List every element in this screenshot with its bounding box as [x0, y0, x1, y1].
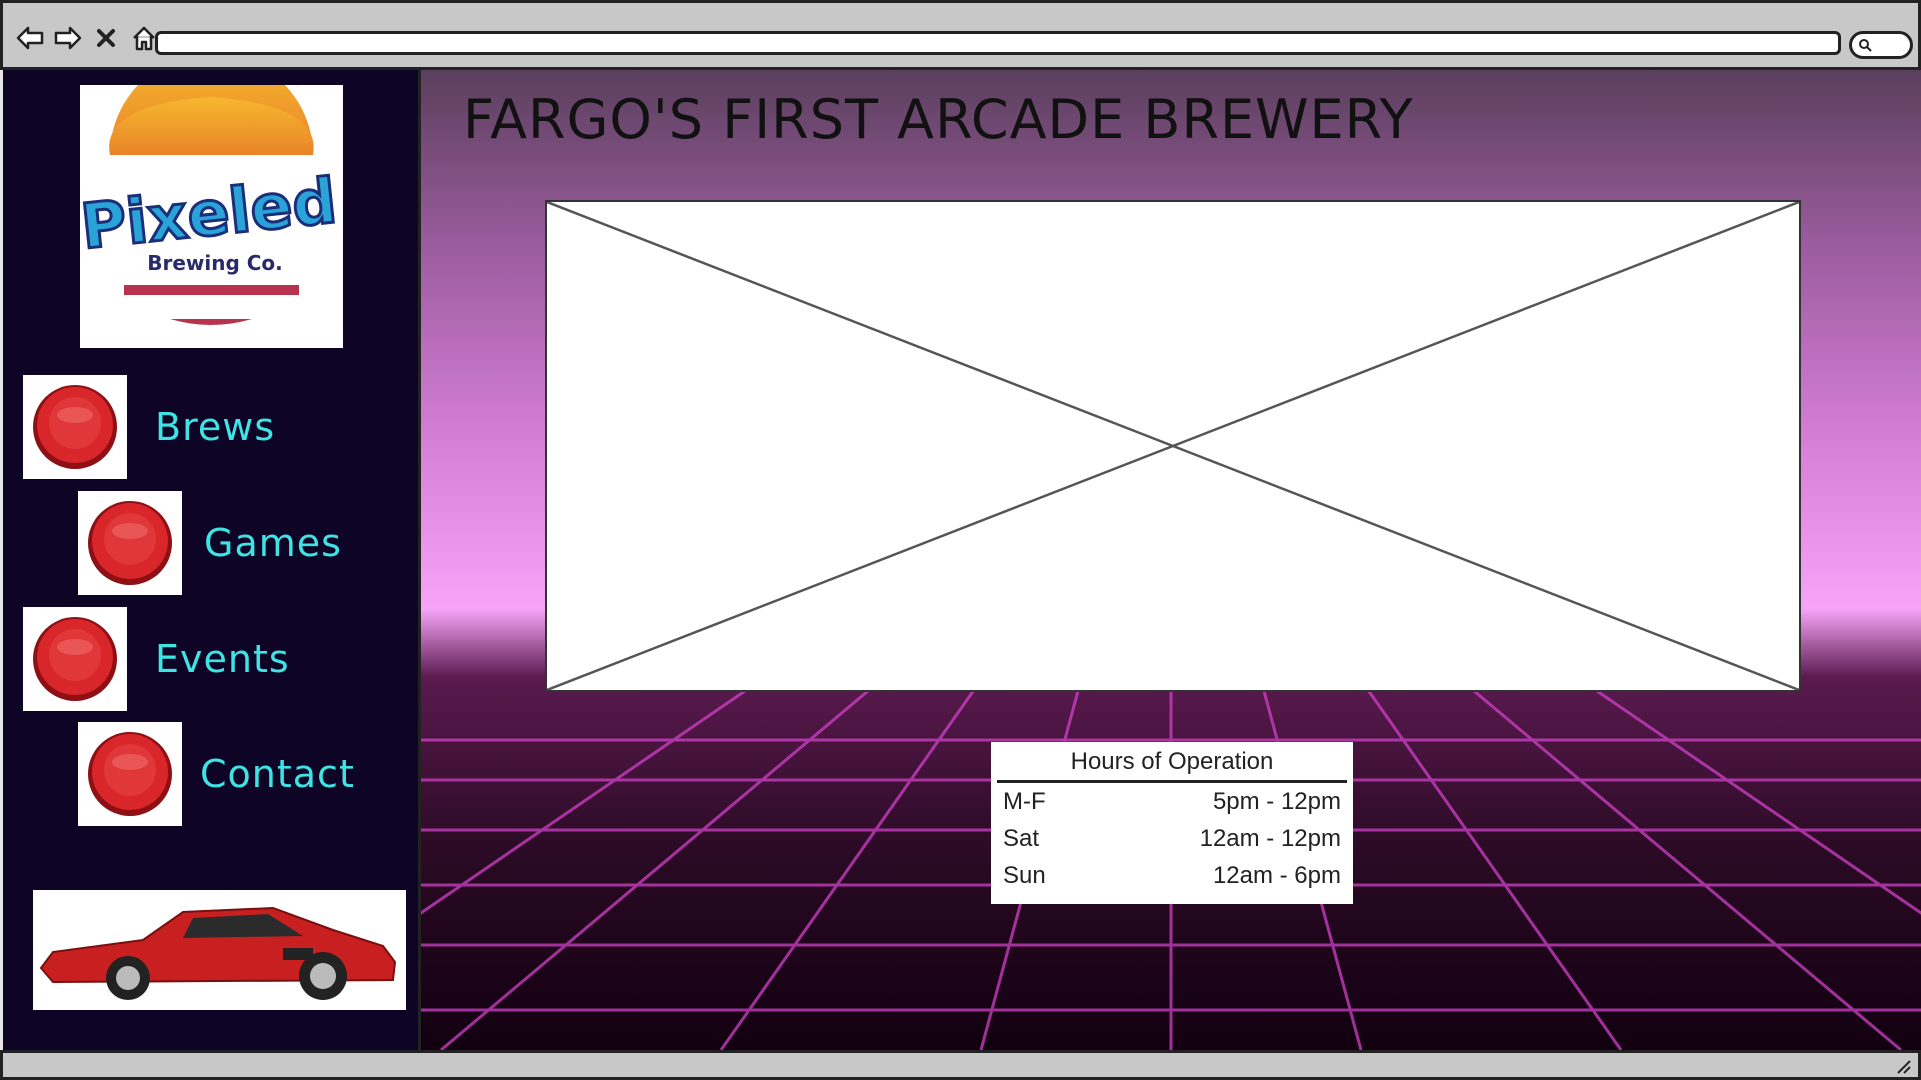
browser-toolbar: [0, 0, 1921, 70]
hours-day: M-F: [1003, 788, 1046, 815]
arcade-button-icon[interactable]: [23, 375, 127, 479]
hours-time: 12am - 6pm: [1212, 862, 1341, 889]
arcade-button-icon[interactable]: [78, 491, 182, 595]
hours-time: 5pm - 12pm: [1212, 788, 1341, 815]
sidebar-item-label: Events: [155, 637, 290, 681]
sidebar-item-games[interactable]: Games: [78, 491, 342, 595]
sidebar-item-contact[interactable]: Contact: [78, 722, 355, 826]
sidebar-item-label: Contact: [200, 752, 355, 796]
logo-wordmark: Pixeled: [80, 164, 340, 263]
hours-row: Sun 12am - 6pm: [991, 857, 1353, 894]
sidebar-item-events[interactable]: Events: [23, 607, 290, 711]
hours-time: 12am - 12pm: [1199, 825, 1341, 852]
red-sports-car-image: [33, 890, 406, 1010]
search-box[interactable]: [1849, 31, 1913, 59]
resize-grip-icon[interactable]: [1894, 1057, 1912, 1079]
search-icon: [1858, 37, 1872, 56]
sidebar-item-brews[interactable]: Brews: [23, 375, 275, 479]
sidebar: Pixeled Brewing Co. Brews Games Events C…: [3, 53, 421, 1050]
sidebar-item-label: Brews: [155, 405, 276, 449]
hours-row: Sat 12am - 12pm: [991, 820, 1353, 857]
page-title: FARGO'S FIRST ARCADE BREWERY: [463, 88, 1414, 151]
arcade-button-icon[interactable]: [78, 722, 182, 826]
close-icon[interactable]: [91, 21, 121, 55]
logo-subtitle: Brewing Co.: [147, 251, 283, 275]
sidebar-item-label: Games: [204, 521, 342, 565]
hours-table: Hours of Operation M-F 5pm - 12pm Sat 12…: [991, 742, 1353, 904]
main-content: FARGO'S FIRST ARCADE BREWERY Hours of Op…: [421, 70, 1921, 1050]
browser-nav-icons: [15, 21, 159, 55]
arcade-button-icon[interactable]: [23, 607, 127, 711]
hours-title: Hours of Operation: [997, 742, 1347, 783]
status-bar: [0, 1050, 1921, 1080]
hours-day: Sat: [1003, 825, 1040, 852]
hours-day: Sun: [1003, 862, 1046, 889]
hours-row: M-F 5pm - 12pm: [991, 783, 1353, 820]
image-placeholder: [545, 200, 1801, 692]
forward-arrow-icon[interactable]: [53, 21, 83, 55]
back-arrow-icon[interactable]: [15, 21, 45, 55]
url-bar[interactable]: [155, 31, 1841, 55]
pixeled-brewing-logo[interactable]: Pixeled Brewing Co.: [76, 53, 343, 348]
